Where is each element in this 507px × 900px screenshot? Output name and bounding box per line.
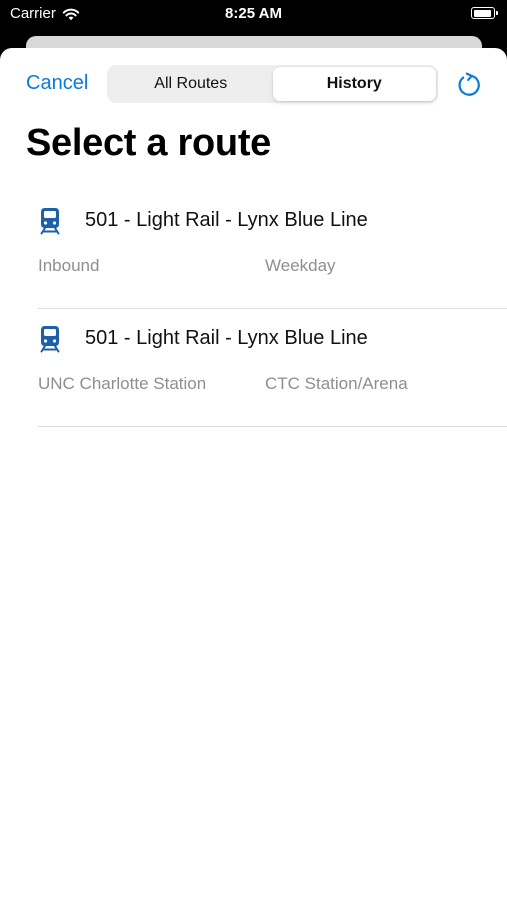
route-row[interactable]: 501 - Light Rail - Lynx Blue Line UNC Ch… [38,309,507,427]
route-filter-segmented-control: All Routes History [107,65,438,103]
refresh-icon [458,72,480,96]
tram-icon [40,326,60,353]
page-title: Select a route [26,122,272,164]
route-destination-stop: CTC Station/Arena [265,374,408,393]
route-name: 501 - Light Rail - Lynx Blue Line [85,327,368,349]
battery-icon [471,7,498,19]
tab-all-routes[interactable]: All Routes [109,67,273,101]
route-schedule: Weekday [265,256,336,275]
battery-fill [473,9,491,17]
cancel-button[interactable]: Cancel [26,72,88,95]
status-bar: Carrier 8:25 AM [0,0,507,30]
route-direction: Inbound [38,256,100,275]
route-list: 501 - Light Rail - Lynx Blue Line Inboun… [0,191,507,427]
refresh-button[interactable] [452,68,486,102]
route-picker-sheet: Cancel All Routes History Select a route… [0,48,507,900]
status-time: 8:25 AM [225,5,282,22]
route-name: 501 - Light Rail - Lynx Blue Line [85,209,368,231]
route-row[interactable]: 501 - Light Rail - Lynx Blue Line Inboun… [38,191,507,309]
tab-history[interactable]: History [272,67,436,101]
route-origin-stop: UNC Charlotte Station [38,374,207,393]
tram-icon [40,208,60,235]
